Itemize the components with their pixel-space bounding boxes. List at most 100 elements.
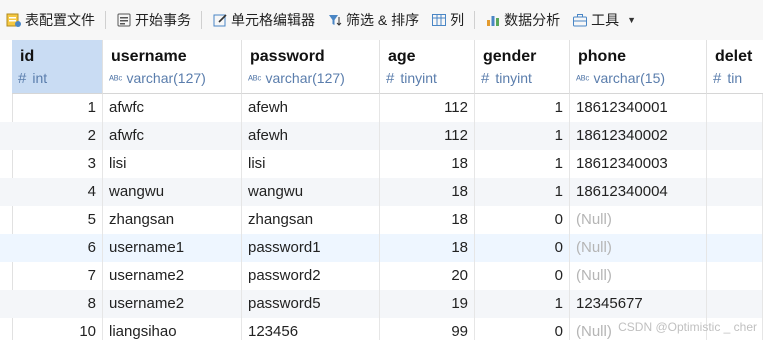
column-header-password[interactable]: password ᴬᴮᶜ varchar(127) — [242, 40, 380, 94]
toolbar: 表配置文件 开始事务 单元格编辑器 筛选 & 排序 列 数据分析 工具 ▼ — [0, 0, 763, 41]
table-cell-gender[interactable]: 1 — [475, 290, 570, 318]
tools-button[interactable]: 工具 ▼ — [566, 6, 642, 34]
column-header-id[interactable]: id # int — [12, 40, 103, 94]
table-cell-username[interactable]: username2 — [103, 262, 242, 290]
table-row[interactable]: 7 username2 password2 20 0 (Null) — [0, 262, 763, 290]
table-cell-gender[interactable]: 0 — [475, 262, 570, 290]
column-name: age — [388, 48, 416, 65]
cell-editor-button[interactable]: 单元格编辑器 — [206, 6, 321, 34]
table-cell-password[interactable]: password5 — [242, 290, 380, 318]
toolbar-divider — [105, 11, 106, 29]
table-cell-delet[interactable] — [707, 206, 763, 234]
table-cell-password[interactable]: password1 — [242, 234, 380, 262]
table-cell-delet[interactable] — [707, 150, 763, 178]
table-cell-gender[interactable]: 0 — [475, 318, 570, 340]
table-cell-password[interactable]: wangwu — [242, 178, 380, 206]
table-cell-phone[interactable]: 12345677 — [570, 290, 707, 318]
filter-sort-label: 筛选 & 排序 — [346, 12, 420, 28]
table-cell-age[interactable]: 20 — [380, 262, 475, 290]
table-cell-phone[interactable]: 18612340004 — [570, 178, 707, 206]
table-cell-password[interactable]: afewh — [242, 122, 380, 150]
start-transaction-button[interactable]: 开始事务 — [110, 6, 197, 34]
table-cell-phone[interactable]: (Null) — [570, 234, 707, 262]
column-name: phone — [578, 48, 626, 65]
columns-icon — [431, 12, 447, 28]
column-type-label: varchar(127) — [265, 70, 345, 86]
table-cell-age[interactable]: 19 — [380, 290, 475, 318]
table-cell-age[interactable]: 112 — [380, 94, 475, 122]
column-header-username[interactable]: username ᴬᴮᶜ varchar(127) — [103, 40, 242, 94]
table-cell-phone[interactable]: 18612340002 — [570, 122, 707, 150]
table-cell-age[interactable]: 18 — [380, 206, 475, 234]
table-cell-id[interactable]: 5 — [12, 206, 103, 234]
table-cell-delet[interactable] — [707, 262, 763, 290]
table-cell-username[interactable]: afwfc — [103, 122, 242, 150]
data-analysis-button[interactable]: 数据分析 — [479, 6, 566, 34]
table-config-icon — [6, 12, 22, 28]
tools-label: 工具 — [591, 12, 620, 28]
table-cell-delet[interactable] — [707, 94, 763, 122]
table-cell-id[interactable]: 4 — [12, 178, 103, 206]
table-config-button[interactable]: 表配置文件 — [0, 6, 101, 34]
columns-label: 列 — [450, 12, 465, 28]
chart-icon — [485, 12, 501, 28]
edit-icon — [212, 12, 228, 28]
table-cell-username[interactable]: zhangsan — [103, 206, 242, 234]
table-row[interactable]: 6 username1 password1 18 0 (Null) — [0, 234, 763, 262]
column-header-delet[interactable]: delet # tin — [707, 40, 763, 94]
table-cell-age[interactable]: 99 — [380, 318, 475, 340]
table-cell-id[interactable]: 8 — [12, 290, 103, 318]
table-cell-username[interactable]: username1 — [103, 234, 242, 262]
table-cell-password[interactable]: 123456 — [242, 318, 380, 340]
column-header-gender[interactable]: gender # tinyint — [475, 40, 570, 94]
table-cell-age[interactable]: 112 — [380, 122, 475, 150]
table-cell-id[interactable]: 10 — [12, 318, 103, 340]
table-cell-username[interactable]: lisi — [103, 150, 242, 178]
table-row[interactable]: 4 wangwu wangwu 18 1 18612340004 — [0, 178, 763, 206]
table-cell-id[interactable]: 2 — [12, 122, 103, 150]
number-type-icon: # — [386, 70, 395, 87]
table-cell-gender[interactable]: 1 — [475, 150, 570, 178]
table-row[interactable]: 5 zhangsan zhangsan 18 0 (Null) — [0, 206, 763, 234]
table-cell-phone[interactable]: (Null) — [570, 206, 707, 234]
start-transaction-label: 开始事务 — [135, 12, 191, 28]
table-cell-gender[interactable]: 0 — [475, 206, 570, 234]
table-row[interactable]: 3 lisi lisi 18 1 18612340003 — [0, 150, 763, 178]
column-type: ᴬᴮᶜ varchar(15) — [576, 70, 665, 86]
table-cell-gender[interactable]: 0 — [475, 234, 570, 262]
table-cell-username[interactable]: wangwu — [103, 178, 242, 206]
table-row[interactable]: 8 username2 password5 19 1 12345677 — [0, 290, 763, 318]
column-header-age[interactable]: age # tinyint — [380, 40, 475, 94]
table-cell-password[interactable]: lisi — [242, 150, 380, 178]
table-cell-age[interactable]: 18 — [380, 234, 475, 262]
filter-sort-button[interactable]: 筛选 & 排序 — [321, 6, 425, 34]
table-row[interactable]: 2 afwfc afewh 112 1 18612340002 — [0, 122, 763, 150]
table-cell-gender[interactable]: 1 — [475, 94, 570, 122]
table-cell-phone[interactable]: 18612340001 — [570, 94, 707, 122]
table-cell-password[interactable]: zhangsan — [242, 206, 380, 234]
table-cell-phone[interactable]: 18612340003 — [570, 150, 707, 178]
table-cell-username[interactable]: liangsihao — [103, 318, 242, 340]
transaction-icon — [116, 12, 132, 28]
table-cell-password[interactable]: password2 — [242, 262, 380, 290]
table-row[interactable]: 1 afwfc afewh 112 1 18612340001 — [0, 94, 763, 122]
table-cell-age[interactable]: 18 — [380, 178, 475, 206]
table-cell-age[interactable]: 18 — [380, 150, 475, 178]
table-cell-delet[interactable] — [707, 178, 763, 206]
columns-button[interactable]: 列 — [425, 6, 470, 34]
table-cell-username[interactable]: afwfc — [103, 94, 242, 122]
table-cell-id[interactable]: 1 — [12, 94, 103, 122]
table-cell-gender[interactable]: 1 — [475, 178, 570, 206]
table-cell-gender[interactable]: 1 — [475, 122, 570, 150]
table-cell-delet[interactable] — [707, 122, 763, 150]
table-cell-phone[interactable]: (Null) — [570, 262, 707, 290]
table-cell-delet[interactable] — [707, 290, 763, 318]
table-cell-id[interactable]: 3 — [12, 150, 103, 178]
column-header-phone[interactable]: phone ᴬᴮᶜ varchar(15) — [570, 40, 707, 94]
table-cell-id[interactable]: 7 — [12, 262, 103, 290]
table-cell-username[interactable]: username2 — [103, 290, 242, 318]
table-cell-password[interactable]: afewh — [242, 94, 380, 122]
table-cell-id[interactable]: 6 — [12, 234, 103, 262]
table-cell-delet[interactable] — [707, 234, 763, 262]
text-type-icon: ᴬᴮᶜ — [109, 74, 123, 86]
